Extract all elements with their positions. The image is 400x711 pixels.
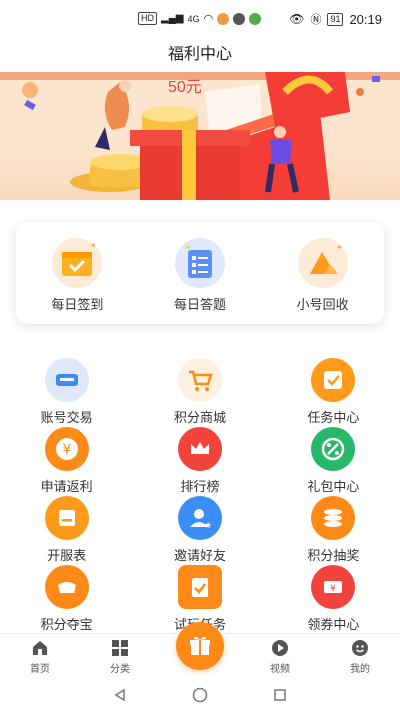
banner-illustration: 50元 [0, 72, 400, 200]
crown-icon [177, 427, 222, 471]
gift-fab-icon[interactable] [176, 622, 224, 670]
battery-icon: 91 [327, 12, 344, 26]
status-bar: HD ▂▄▆ 4G ◠ 👁 Ⓝ 91 20:19 [0, 0, 400, 38]
recents-icon[interactable] [273, 688, 287, 702]
quick-action-label: 每日签到 [51, 297, 104, 312]
hd-indicator: HD [138, 12, 157, 25]
quiz-sheet-icon: ✦ [173, 238, 227, 288]
grid-item-gift-center[interactable]: 礼包中心 [267, 427, 400, 496]
clipboard-check-icon [177, 565, 222, 609]
tab-category[interactable]: 分类 [80, 634, 160, 679]
grid-item-label: 排行榜 [180, 479, 220, 494]
eye-icon: 👁 [289, 12, 305, 26]
grid-item-points-lottery[interactable]: 积分抽奖 [267, 496, 400, 565]
gift-percent-icon [311, 427, 356, 471]
grid-item-label: 积分夺宝 [40, 617, 93, 632]
grid-item-points-treasure[interactable]: 积分夺宝 [0, 565, 133, 634]
svg-text:¥: ¥ [62, 442, 71, 458]
home-nav-icon[interactable] [192, 687, 208, 703]
tab-label: 分类 [110, 664, 130, 675]
svg-text:✦: ✦ [90, 241, 97, 250]
wifi-icon: ◠ [203, 13, 214, 25]
status-icons: HD ▂▄▆ 4G ◠ [138, 12, 262, 25]
recycle-triangle-icon: ✦ [296, 238, 350, 288]
clock: 20:19 [349, 11, 382, 27]
wifi-label: 4G [187, 13, 200, 24]
grid-item-leaderboard[interactable]: 排行榜 [133, 427, 266, 496]
nfc-icon: Ⓝ [310, 14, 322, 26]
grid-item-coupon-center[interactable]: ¥ 领券中心 [267, 565, 400, 634]
grid-item-label: 积分商城 [173, 410, 226, 425]
tab-label: 视频 [270, 664, 290, 675]
svg-text:¥: ¥ [330, 584, 336, 594]
grid-item-label: 邀请好友 [173, 548, 226, 563]
yen-coin-icon: ¥ [44, 427, 89, 471]
calendar-check-icon: ✦ [50, 238, 104, 288]
grid-item-account-trade[interactable]: 账号交易 [0, 358, 133, 427]
svg-text:★: ★ [204, 520, 212, 530]
invite-user-icon: ★ [177, 496, 222, 540]
grid-item-label: 账号交易 [40, 410, 93, 425]
category-grid-icon [112, 640, 128, 656]
tab-label: 首页 [30, 664, 50, 675]
quick-action-daily-quiz[interactable]: ✦ 每日答题 [139, 222, 262, 324]
tab-label: 我的 [350, 664, 370, 675]
grid-item-server-list[interactable]: 开服表 [0, 496, 133, 565]
coin-stack-icon [311, 496, 356, 540]
play-icon [272, 640, 288, 656]
banner-badge: 50元 [168, 79, 202, 96]
chat-notification-icon [233, 12, 246, 25]
grid-item-label: 申请返利 [40, 479, 93, 494]
svg-text:✦: ✦ [185, 243, 192, 252]
tab-video[interactable]: 视频 [240, 634, 320, 679]
treasure-icon [44, 565, 89, 609]
quick-actions-card: ✦ 每日签到 ✦ 每日答题 ✦ 小号回收 [16, 222, 384, 324]
quick-action-label: 每日答题 [174, 297, 227, 312]
app2-notification-icon [249, 12, 262, 25]
bottom-tab-bar: 首页 分类 视频 我的 [0, 622, 400, 679]
welfare-banner[interactable]: 50元 [0, 72, 400, 200]
coupon-icon: ¥ [311, 565, 356, 609]
tab-home[interactable]: 首页 [0, 634, 80, 679]
tab-welfare[interactable] [160, 622, 240, 679]
account-trade-icon [44, 358, 89, 402]
task-check-icon [311, 358, 356, 402]
svg-text:✦: ✦ [336, 243, 343, 252]
home-icon [33, 641, 47, 655]
grid-item-apply-rebate[interactable]: ¥ 申请返利 [0, 427, 133, 496]
profile-smile-icon [352, 640, 368, 656]
back-icon[interactable] [113, 688, 127, 702]
quick-action-daily-checkin[interactable]: ✦ 每日签到 [16, 222, 139, 324]
page-title: 福利中心 [167, 46, 232, 63]
grid-item-points-mall[interactable]: 积分商城 [133, 358, 266, 427]
grid-item-label: 开服表 [47, 548, 87, 563]
grid-item-label: 礼包中心 [307, 479, 360, 494]
tab-profile[interactable]: 我的 [320, 634, 400, 679]
signal-icon: ▂▄▆ [161, 13, 184, 24]
grid-item-label: 任务中心 [307, 410, 360, 425]
cart-icon [177, 358, 222, 402]
grid-item-task-center[interactable]: 任务中心 [267, 358, 400, 427]
system-nav-bar [0, 679, 400, 711]
app-notification-icon [217, 12, 230, 25]
grid-item-label: 积分抽奖 [307, 548, 360, 563]
quick-action-label: 小号回收 [296, 297, 349, 312]
server-list-icon [44, 496, 89, 540]
feature-grid: 账号交易 积分商城 任务中心 ¥ 申请返利 排行榜 礼包中心 开服表 ★ 邀请好… [0, 358, 400, 634]
grid-item-label: 领券中心 [307, 617, 360, 632]
grid-item-invite-friends[interactable]: ★ 邀请好友 [133, 496, 266, 565]
quick-action-account-recycle[interactable]: ✦ 小号回收 [261, 222, 384, 324]
